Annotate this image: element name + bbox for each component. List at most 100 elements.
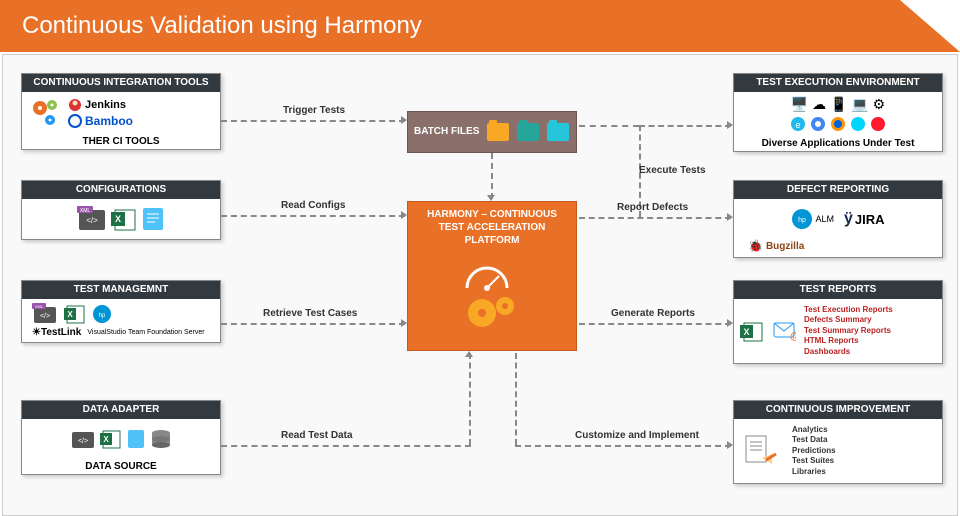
- arrow-label: Generate Reports: [611, 308, 695, 319]
- report-items: Test Execution Reports Defects Summary T…: [804, 305, 893, 357]
- arrow: [639, 125, 731, 127]
- arrow: [221, 445, 471, 447]
- box-test-management: TEST MANAGEMNT XML </> X hp ☀TestLink Vis…: [21, 280, 221, 343]
- box-header: TEST EXECUTION ENVIRONMENT: [734, 74, 942, 92]
- hp-icon: hp: [92, 304, 112, 324]
- mail-icon: @: [772, 321, 796, 341]
- database-icon: [150, 428, 172, 450]
- arrow-label: Report Defects: [617, 202, 688, 213]
- excel-icon: X: [64, 303, 86, 325]
- box-footer: DATA SOURCE: [22, 459, 220, 474]
- bamboo-label: Bamboo: [85, 114, 133, 128]
- batch-label: BATCH FILES: [414, 126, 479, 138]
- arrow-label: Read Configs: [281, 200, 345, 211]
- arrow: [515, 353, 517, 445]
- arrow-label: Trigger Tests: [283, 105, 345, 116]
- arrow-label: Read Test Data: [281, 430, 353, 441]
- box-continuous-improvement: CONTINUOUS IMPROVEMENT Analytics Test Da…: [733, 400, 943, 484]
- box-header: DEFECT REPORTING: [734, 181, 942, 199]
- page-header: Continuous Validation using Harmony: [0, 0, 960, 52]
- doc-icon: [141, 206, 165, 232]
- bamboo-icon: [68, 114, 82, 128]
- arrow: [579, 217, 731, 219]
- gears-icon: [30, 96, 64, 130]
- excel-icon: X: [740, 319, 764, 343]
- arrow: [221, 323, 405, 325]
- arrow-head-icon: [487, 195, 495, 201]
- improve-items: Analytics Test Data Predictions Test Sui…: [792, 425, 836, 477]
- svg-text:X: X: [743, 327, 749, 337]
- box-header: CONTINUOUS IMPROVEMENT: [734, 401, 942, 419]
- arrow: [579, 125, 639, 127]
- box-header: TEST REPORTS: [734, 281, 942, 299]
- svg-text:</>: </>: [40, 313, 50, 320]
- tfs-label: VisualStudio Team Foundation Server: [87, 329, 204, 336]
- box-defect-reporting: DEFECT REPORTING hpALM ÿJIRA 🐞Bugzilla: [733, 180, 943, 258]
- doc-icon: [126, 428, 146, 450]
- jenkins-icon: [68, 98, 82, 112]
- arrow-label: Retrieve Test Cases: [263, 308, 357, 319]
- box-test-env: TEST EXECUTION ENVIRONMENT 🖥️ ☁ 📱 💻 ⚙ e …: [733, 73, 943, 152]
- box-ci-tools: CONTINUOUS INTEGRATION TOOLS Jenkins Bam…: [21, 73, 221, 150]
- testlink-label: ☀TestLink: [32, 327, 81, 338]
- svg-text:XML: XML: [80, 208, 91, 214]
- header-corner-accent: [860, 0, 960, 52]
- box-batch-files: BATCH FILES: [407, 111, 577, 153]
- excel-icon: X: [111, 206, 137, 232]
- arrow: [469, 353, 471, 445]
- diagram-canvas: CONTINUOUS INTEGRATION TOOLS Jenkins Bam…: [2, 54, 958, 516]
- device-icons: 🖥️ ☁ 📱 💻 ⚙: [791, 96, 885, 113]
- arrow-head-icon: [401, 319, 407, 327]
- xml-icon: XML </>: [32, 303, 58, 325]
- arrow-label: Customize and Implement: [575, 430, 699, 441]
- jenkins-label: Jenkins: [85, 99, 126, 111]
- arrow-head-icon: [727, 441, 733, 449]
- box-header: DATA ADAPTER: [22, 401, 220, 419]
- hp-alm-icon: hp: [791, 208, 813, 230]
- svg-text:X: X: [103, 435, 109, 444]
- arrow: [579, 323, 731, 325]
- svg-text:X: X: [115, 214, 121, 224]
- box-footer: THER CI TOOLS: [22, 134, 220, 149]
- browser-icons: e: [790, 116, 886, 132]
- folder-icon: [517, 123, 539, 141]
- folder-icon: [487, 123, 509, 141]
- arrow-head-icon: [727, 319, 733, 327]
- arrow-head-icon: [401, 211, 407, 219]
- xml-icon: </>: [70, 428, 96, 450]
- excel-icon: X: [100, 428, 122, 450]
- xml-icon: XML </>: [77, 206, 107, 232]
- arrow-head-icon: [727, 213, 733, 221]
- box-header: TEST MANAGEMNT: [22, 281, 220, 299]
- arrow: [515, 445, 731, 447]
- box-configurations: CONFIGURATIONS XML </> X: [21, 180, 221, 240]
- svg-text:hp: hp: [799, 217, 807, 224]
- arrow: [221, 215, 405, 217]
- jira-icon: ÿ: [844, 210, 853, 228]
- bugzilla-icon: 🐞: [748, 239, 763, 253]
- svg-text:e: e: [795, 120, 800, 130]
- page-title: Continuous Validation using Harmony: [22, 12, 422, 40]
- arrow-label: Execute Tests: [639, 165, 706, 176]
- arrow-head-icon: [465, 351, 473, 357]
- svg-text:</>: </>: [78, 438, 88, 445]
- box-data-adapter: DATA ADAPTER </> X DATA SOURCE: [21, 400, 221, 475]
- svg-text:@: @: [790, 331, 796, 341]
- arrow: [221, 120, 405, 122]
- svg-text:X: X: [67, 310, 73, 319]
- checklist-hand-icon: [744, 434, 778, 468]
- box-header: CONTINUOUS INTEGRATION TOOLS: [22, 74, 220, 92]
- box-header: CONFIGURATIONS: [22, 181, 220, 199]
- arrow: [491, 153, 493, 199]
- arrow-head-icon: [401, 116, 407, 124]
- box-test-reports: TEST REPORTS X @ Test Execution Reports …: [733, 280, 943, 364]
- box-footer: Diverse Applications Under Test: [734, 136, 942, 151]
- platform-title: HARMONY – CONTINUOUS TEST ACCELERATION P…: [408, 202, 576, 253]
- svg-text:XML: XML: [35, 304, 44, 309]
- arrow-head-icon: [727, 121, 733, 129]
- gauge-gears-icon: [447, 258, 537, 338]
- folder-icon: [547, 123, 569, 141]
- box-harmony-platform: HARMONY – CONTINUOUS TEST ACCELERATION P…: [407, 201, 577, 351]
- svg-text:hp: hp: [99, 313, 106, 319]
- svg-text:</>: </>: [86, 216, 98, 225]
